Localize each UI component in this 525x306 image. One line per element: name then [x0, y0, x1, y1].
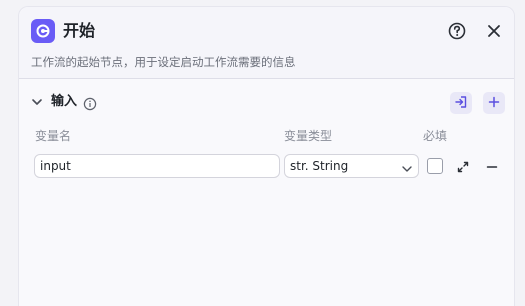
start-node-panel: 开始 工作流的起始节点，用于设定启动工作流需要的信息 输入 变量名 变量类型 必…	[18, 6, 515, 306]
node-description: 工作流的起始节点，用于设定启动工作流需要的信息	[31, 55, 296, 69]
chevron-down-icon[interactable]	[30, 94, 44, 108]
question-circle-icon[interactable]	[447, 21, 467, 41]
import-icon	[454, 94, 468, 113]
input-section-title: 输入	[51, 94, 78, 109]
chevron-down-icon	[401, 160, 413, 172]
info-icon[interactable]	[83, 96, 97, 111]
column-variable-name: 变量名	[35, 129, 72, 143]
remove-icon[interactable]	[485, 159, 499, 173]
start-node-icon	[31, 19, 55, 43]
variable-type-select[interactable]: str. String	[284, 154, 419, 178]
add-variable-button[interactable]	[483, 92, 505, 114]
panel-header: 开始 工作流的起始节点，用于设定启动工作流需要的信息	[19, 7, 514, 79]
import-variables-button[interactable]	[450, 92, 472, 114]
variable-type-value: str. String	[290, 159, 349, 173]
variable-name-input[interactable]	[34, 154, 280, 178]
node-title: 开始	[63, 21, 96, 40]
column-required: 必填	[423, 129, 448, 143]
required-checkbox[interactable]	[427, 158, 443, 174]
expand-icon[interactable]	[456, 159, 470, 173]
plus-icon	[487, 94, 501, 113]
close-icon[interactable]	[484, 21, 504, 41]
column-variable-type: 变量类型	[284, 129, 333, 143]
